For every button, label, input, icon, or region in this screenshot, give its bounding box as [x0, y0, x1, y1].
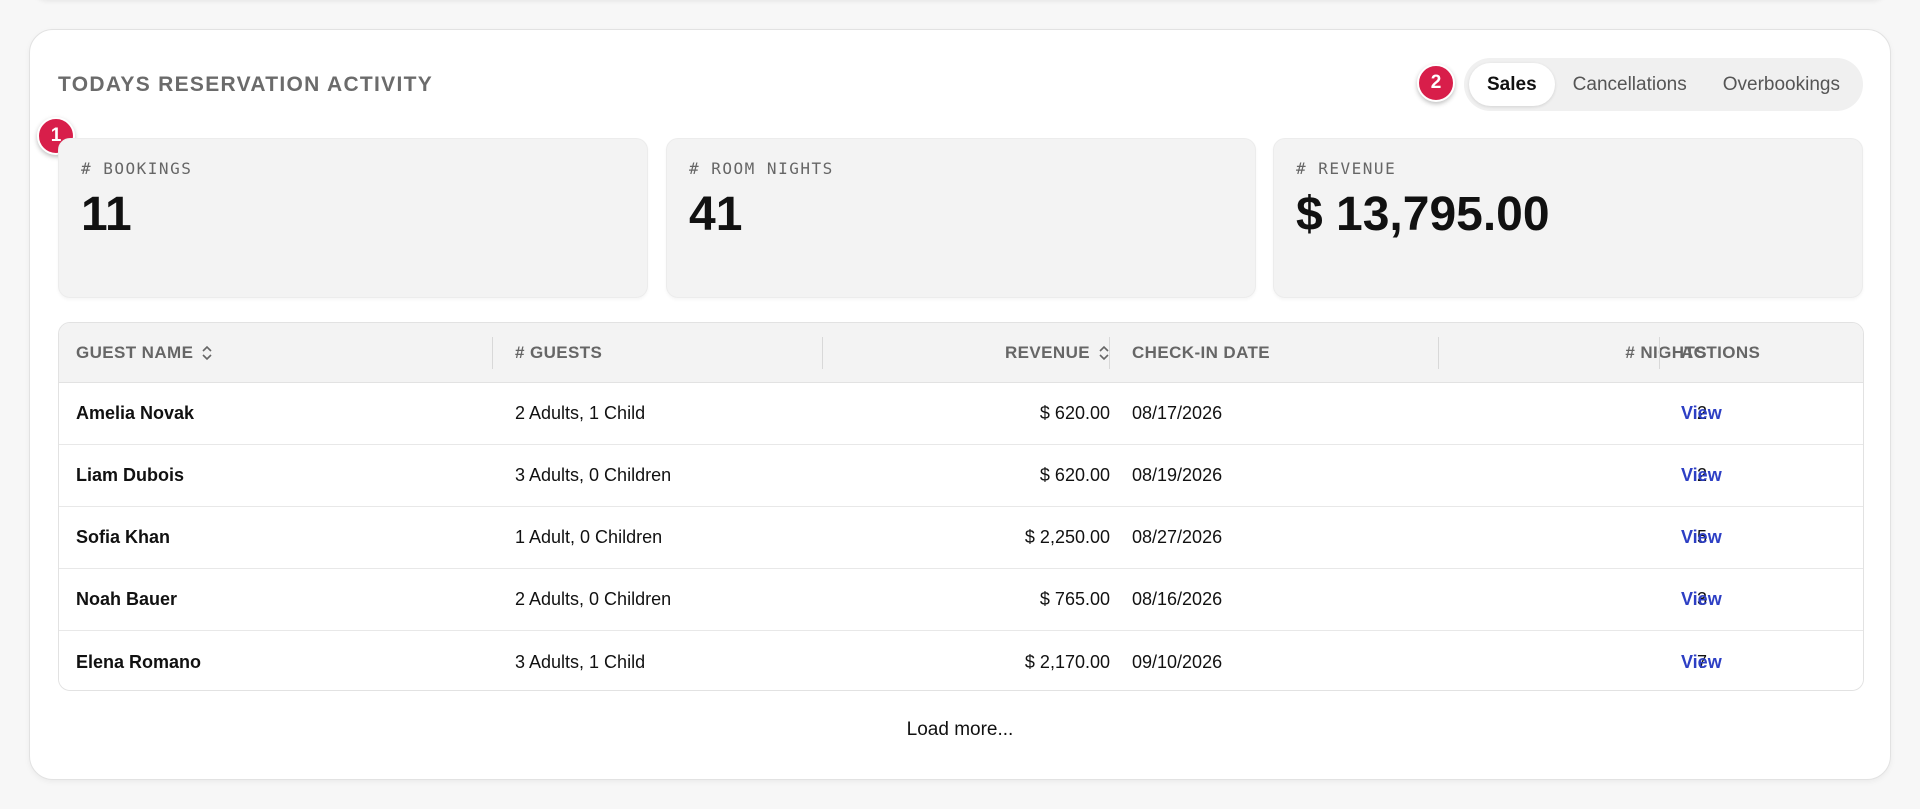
revenue-value: $ 765.00	[1039, 589, 1110, 609]
header-guests: # GUESTS	[515, 342, 603, 362]
reservations-table: GUEST NAME # GUESTS REVENUE CHECK-IN DAT…	[58, 322, 1864, 691]
table-row: Amelia Novak 2 Adults, 1 Child $ 620.00 …	[59, 383, 1863, 445]
nights-count: 5	[1696, 527, 1707, 547]
header-guest-name[interactable]: GUEST NAME	[76, 323, 476, 382]
nights-count: 2	[1696, 465, 1707, 485]
guest-name: Sofia Khan	[76, 527, 171, 547]
guest-count: 1 Adult, 0 Children	[515, 527, 663, 547]
revenue-value: $ 2,170.00	[1024, 651, 1110, 672]
room-nights-stat-card: # ROOM NIGHTS 41	[666, 138, 1256, 298]
section-title: TODAYS RESERVATION ACTIVITY	[58, 73, 434, 96]
table-row: Noah Bauer 2 Adults, 0 Children $ 765.00…	[59, 569, 1863, 631]
activity-tab-switcher: Sales Cancellations Overbookings	[1464, 58, 1863, 111]
checkin-date: 08/27/2026	[1132, 527, 1223, 547]
column-divider	[1659, 337, 1660, 369]
view-link[interactable]: View	[1681, 465, 1722, 486]
checkin-date: 08/17/2026	[1132, 403, 1223, 423]
tab-cancellations[interactable]: Cancellations	[1555, 63, 1705, 106]
row-actions: View	[1681, 631, 1831, 690]
guest-count: 3 Adults, 1 Child	[515, 651, 646, 672]
table-header-row: GUEST NAME # GUESTS REVENUE CHECK-IN DAT…	[59, 323, 1863, 383]
revenue-stat-label: # REVENUE	[1296, 159, 1397, 178]
load-more-button[interactable]: Load more...	[30, 719, 1890, 741]
header-nights: # NIGHTS	[1625, 342, 1707, 362]
revenue-stat-value: $ 13,795.00	[1296, 188, 1550, 241]
checkin-date: 08/16/2026	[1132, 589, 1223, 609]
guest-count: 2 Adults, 0 Children	[515, 589, 672, 609]
room-nights-stat-label: # ROOM NIGHTS	[689, 159, 834, 178]
guest-name: Noah Bauer	[76, 589, 178, 609]
revenue-value: $ 2,250.00	[1024, 527, 1110, 547]
header-revenue-label: REVENUE	[1005, 342, 1090, 362]
bookings-stat-label: # BOOKINGS	[81, 159, 193, 178]
room-nights-stat-value: 41	[689, 188, 743, 241]
checkin-date: 09/10/2026	[1132, 651, 1223, 672]
header-revenue[interactable]: REVENUE	[819, 323, 1110, 382]
table-row: Elena Romano 3 Adults, 1 Child $ 2,170.0…	[59, 631, 1863, 690]
bookings-stat-card: # BOOKINGS 11	[58, 138, 648, 298]
nights-count: 7	[1696, 651, 1707, 672]
row-actions: View	[1681, 383, 1831, 444]
table-row: Liam Dubois 3 Adults, 0 Children $ 620.0…	[59, 445, 1863, 507]
tab-sales[interactable]: Sales	[1469, 63, 1555, 106]
guest-name: Liam Dubois	[76, 465, 185, 485]
table-row: Sofia Khan 1 Adult, 0 Children $ 2,250.0…	[59, 507, 1863, 569]
header-guest-name-label: GUEST NAME	[76, 342, 194, 362]
column-divider	[492, 337, 493, 369]
column-divider	[1109, 337, 1110, 369]
row-actions: View	[1681, 507, 1831, 568]
row-actions: View	[1681, 445, 1831, 506]
nights-count: 2	[1696, 403, 1707, 423]
revenue-value: $ 620.00	[1039, 465, 1110, 485]
revenue-stat-card: # REVENUE $ 13,795.00	[1273, 138, 1863, 298]
sort-icon[interactable]	[201, 344, 213, 362]
checkin-date: 08/19/2026	[1132, 465, 1223, 485]
row-actions: View	[1681, 569, 1831, 630]
guest-name: Elena Romano	[76, 651, 202, 672]
nights-count: 3	[1696, 589, 1707, 609]
guest-count: 2 Adults, 1 Child	[515, 403, 646, 423]
view-link[interactable]: View	[1681, 527, 1722, 548]
header-actions: ACTIONS	[1681, 342, 1761, 362]
guest-count: 3 Adults, 0 Children	[515, 465, 672, 485]
view-link[interactable]: View	[1681, 652, 1722, 673]
guest-name: Amelia Novak	[76, 403, 195, 423]
bookings-stat-value: 11	[81, 188, 132, 241]
step-badge-2: 2	[1417, 64, 1455, 102]
view-link[interactable]: View	[1681, 403, 1722, 424]
tab-overbookings[interactable]: Overbookings	[1705, 63, 1858, 106]
reservation-activity-card: TODAYS RESERVATION ACTIVITY 1 2 Sales Ca…	[29, 29, 1891, 780]
view-link[interactable]: View	[1681, 589, 1722, 610]
header-checkin-date: CHECK-IN DATE	[1132, 342, 1271, 362]
revenue-value: $ 620.00	[1039, 403, 1110, 423]
